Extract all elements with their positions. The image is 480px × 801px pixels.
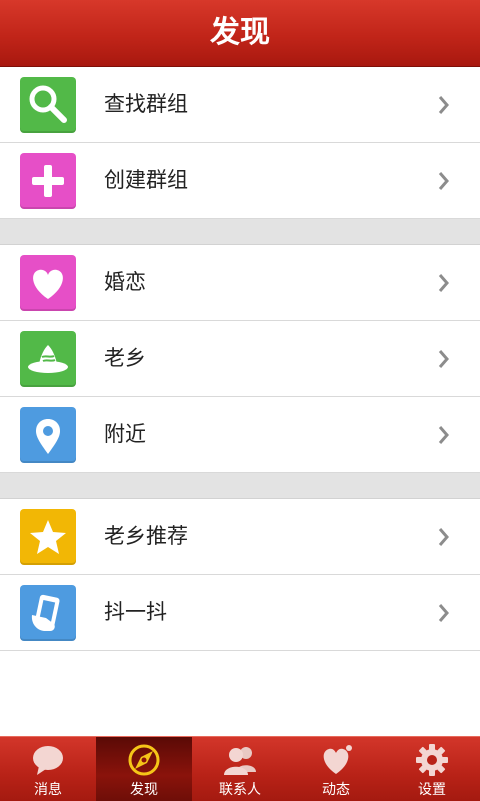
page-title: 发现 <box>210 15 270 50</box>
tab-messages[interactable]: 消息 <box>0 737 96 801</box>
list-item-label: 查找群组 <box>104 92 188 116</box>
search-icon <box>20 77 76 133</box>
list-item-hometown[interactable]: 老乡 <box>0 321 480 397</box>
gear-icon <box>416 744 448 776</box>
header-bar: 发现 <box>0 0 480 67</box>
tab-label: 动态 <box>322 782 350 798</box>
heart-icon <box>20 255 76 311</box>
list-item-create-group[interactable]: 创建群组 <box>0 143 480 219</box>
tab-contacts[interactable]: 联系人 <box>192 737 288 801</box>
hometown-icon <box>20 331 76 387</box>
list-item-label: 创建群组 <box>104 168 188 192</box>
tab-label: 消息 <box>34 782 62 798</box>
tab-label: 联系人 <box>219 782 261 798</box>
chevron-right-icon <box>438 350 449 368</box>
list-item-shake[interactable]: 抖一抖 <box>0 575 480 651</box>
chevron-right-icon <box>438 604 449 622</box>
chat-bubble-icon <box>33 746 63 775</box>
list-item-label: 附近 <box>104 422 146 446</box>
tab-label: 设置 <box>418 782 446 798</box>
tab-settings[interactable]: 设置 <box>384 737 480 801</box>
compass-icon <box>128 744 160 776</box>
chevron-right-icon <box>438 172 449 190</box>
chevron-right-icon <box>438 274 449 292</box>
star-icon <box>20 509 76 565</box>
location-pin-icon <box>20 407 76 463</box>
chevron-right-icon <box>438 528 449 546</box>
list-item-nearby[interactable]: 附近 <box>0 397 480 473</box>
heart-icon <box>323 745 352 774</box>
list-item-hometown-recommend[interactable]: 老乡推荐 <box>0 499 480 575</box>
list-item-label: 老乡推荐 <box>104 524 188 548</box>
list-item-find-group[interactable]: 查找群组 <box>0 67 480 143</box>
bottom-tab-bar: 消息 发现 联系人 动态 设置 <box>0 736 480 801</box>
tab-label: 发现 <box>130 782 158 798</box>
list-item-label: 婚恋 <box>104 270 146 294</box>
chevron-right-icon <box>438 96 449 114</box>
tab-moments[interactable]: 动态 <box>288 737 384 801</box>
chevron-right-icon <box>438 426 449 444</box>
plus-icon <box>20 153 76 209</box>
list-item-label: 抖一抖 <box>104 600 167 624</box>
list-item-label: 老乡 <box>104 346 146 370</box>
section-divider <box>0 473 480 499</box>
list-item-dating[interactable]: 婚恋 <box>0 245 480 321</box>
contacts-icon <box>224 747 256 775</box>
shake-phone-icon <box>20 585 76 641</box>
discover-list: 查找群组 创建群组 婚恋 老乡 附近 老乡推荐 抖一抖 <box>0 67 480 651</box>
section-divider <box>0 219 480 245</box>
tab-discover[interactable]: 发现 <box>96 737 192 801</box>
